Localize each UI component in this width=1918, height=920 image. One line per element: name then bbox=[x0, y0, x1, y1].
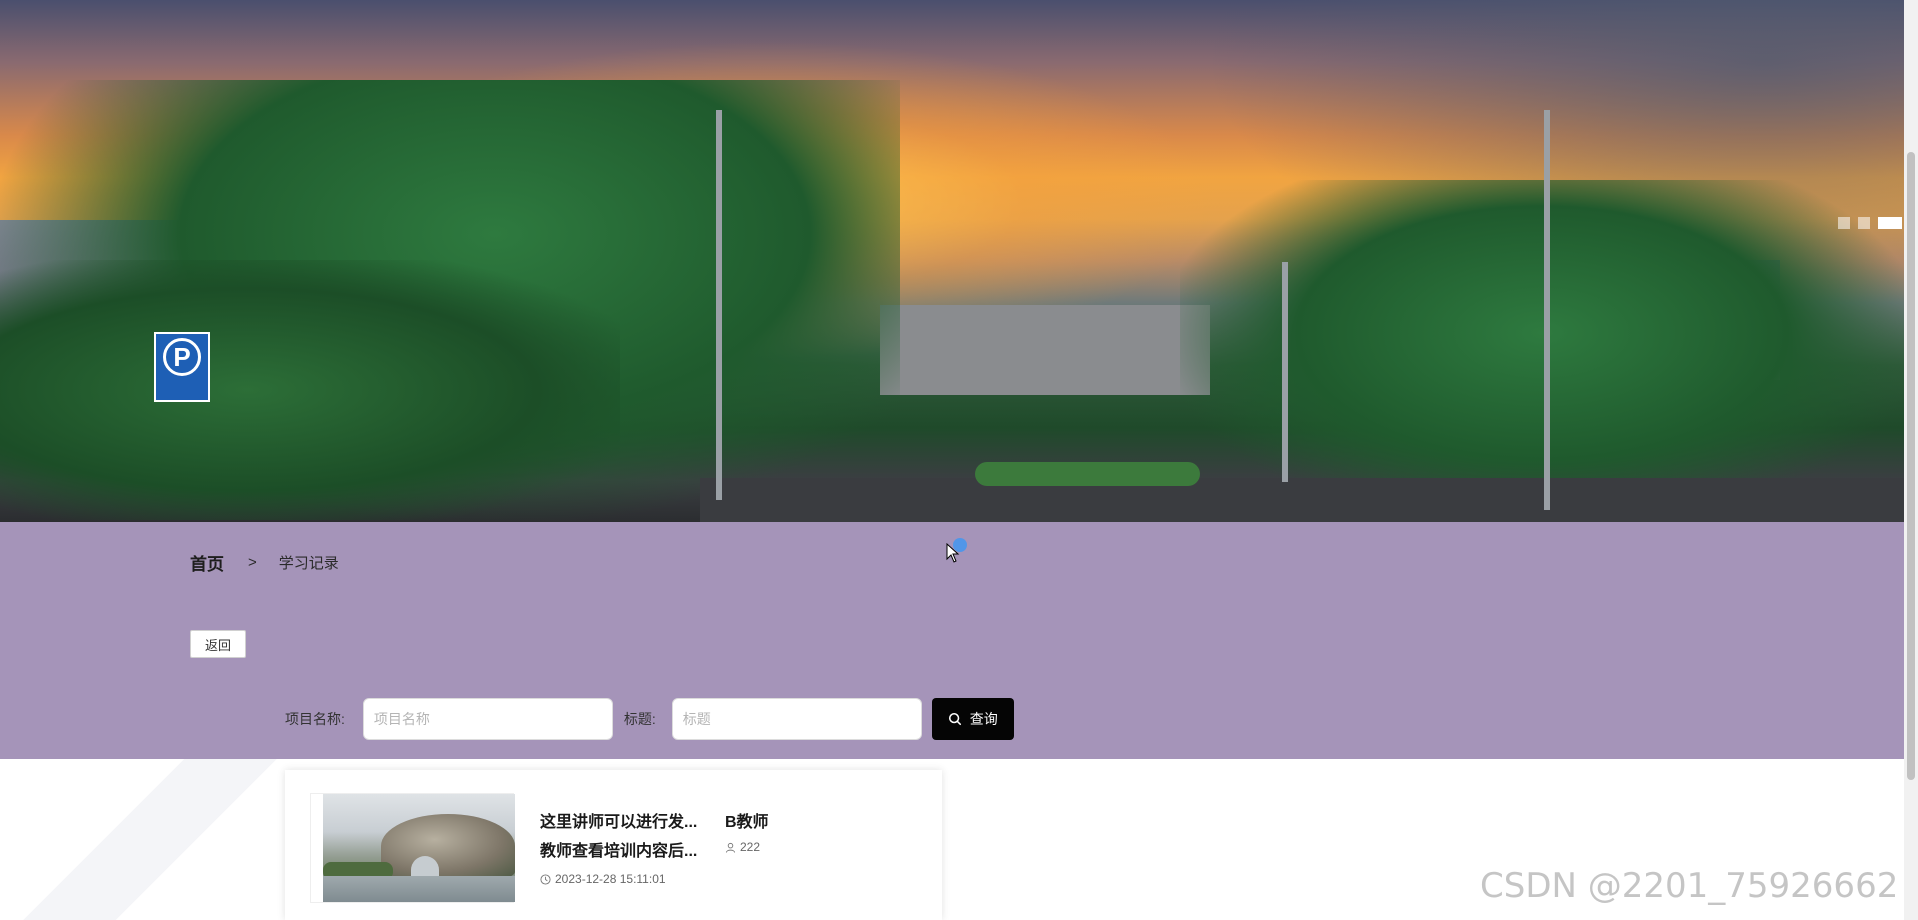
thumbnail-rock bbox=[381, 814, 515, 878]
user-icon bbox=[725, 842, 736, 853]
building-middle bbox=[880, 305, 1210, 395]
search-button[interactable]: 查询 bbox=[931, 698, 1014, 740]
trees-left-low bbox=[0, 260, 620, 520]
search-button-label: 查询 bbox=[969, 711, 998, 727]
carousel-dot[interactable] bbox=[1838, 217, 1850, 229]
record-views-count: 222 bbox=[740, 840, 761, 854]
record-time: 2023-12-28 15:11:01 bbox=[540, 872, 666, 886]
breadcrumb: 首页 > 学习记录 bbox=[190, 550, 339, 575]
project-name-label: 项目名称: bbox=[285, 711, 345, 727]
trees-right bbox=[1180, 180, 1904, 520]
scrollbar-thumb[interactable] bbox=[1907, 152, 1915, 780]
road bbox=[700, 478, 1904, 522]
search-icon bbox=[948, 712, 961, 726]
parking-sign: P bbox=[154, 332, 210, 402]
carousel-indicators bbox=[1838, 217, 1902, 229]
title-input[interactable] bbox=[671, 698, 922, 740]
breadcrumb-current: 学习记录 bbox=[278, 555, 339, 572]
carousel-dot[interactable] bbox=[1858, 217, 1870, 229]
record-card[interactable]: 这里讲师可以进行发... 教师查看培训内容后... B教师 222 2023-1… bbox=[285, 770, 942, 920]
record-time-value: 2023-12-28 15:11:01 bbox=[555, 872, 666, 886]
clock-icon bbox=[540, 873, 551, 885]
breadcrumb-separator: > bbox=[248, 554, 257, 571]
record-thumbnail[interactable] bbox=[323, 794, 515, 902]
record-teacher: B教师 bbox=[725, 814, 769, 831]
thumbnail-water bbox=[323, 876, 515, 902]
hero-banner: P bbox=[0, 0, 1904, 522]
title-label: 标题: bbox=[623, 711, 656, 727]
breadcrumb-home[interactable]: 首页 bbox=[190, 550, 224, 575]
mouse-cursor-icon bbox=[946, 543, 960, 563]
street-lamp-pole bbox=[1282, 262, 1288, 482]
carousel-dot-active[interactable] bbox=[1878, 217, 1902, 229]
back-button[interactable]: 返回 bbox=[190, 630, 246, 658]
record-title[interactable]: 这里讲师可以进行发... bbox=[540, 808, 697, 832]
thumbnail-arch bbox=[411, 856, 439, 878]
record-subtitle: 教师查看培训内容后... bbox=[540, 843, 698, 860]
decorative-background bbox=[0, 759, 300, 920]
search-form: 项目名称: 标题: 查询 bbox=[285, 697, 1014, 741]
watermark: CSDN @2201_75926662 bbox=[1480, 866, 1899, 906]
street-lamp-pole bbox=[1544, 110, 1550, 510]
project-name-input[interactable] bbox=[362, 698, 613, 740]
hedge bbox=[975, 462, 1200, 486]
street-lamp-pole bbox=[716, 110, 722, 500]
page-scrollbar[interactable] bbox=[1904, 0, 1918, 920]
record-views: 222 bbox=[725, 840, 760, 854]
record-thumbnail-frame bbox=[310, 793, 515, 903]
